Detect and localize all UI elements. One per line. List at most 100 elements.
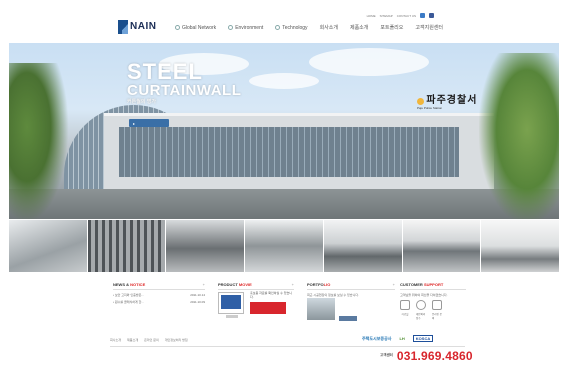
nav-company[interactable]: 회사소개 — [320, 24, 338, 31]
footer-link[interactable]: 온라인 문의 — [144, 338, 159, 342]
nav-products[interactable]: 제품소개 — [350, 24, 368, 31]
hero-title-line1: STEEL — [127, 59, 203, 84]
nav-portfolio[interactable]: 포트폴리오 — [380, 24, 403, 31]
facebook-icon[interactable] — [429, 13, 434, 18]
footer-link[interactable]: 회사소개 — [110, 338, 121, 342]
leaf-icon — [228, 25, 234, 30]
news-heading: NEWS & NOTICE + — [113, 282, 205, 290]
support-icon-label: 자료실 — [401, 313, 409, 316]
cloud — [249, 73, 319, 89]
project-thumbnail-strip — [9, 220, 560, 272]
logo-mark-icon — [118, 20, 128, 34]
building-glass-facade — [119, 127, 459, 177]
utility-links: HOME SITEMAP CONTACT US — [367, 13, 434, 18]
movie-thumbnail — [221, 295, 241, 309]
building-sign: 파주경찰서 Paju Police Station — [417, 91, 497, 110]
support-desc-row: 고객님을 위하여 최선을 다하겠습니다. — [400, 293, 466, 297]
portfolio-image[interactable] — [307, 298, 335, 320]
customer-phone: 고객센터 031.969.4860 — [380, 349, 473, 363]
product-title: PRODUCT — [218, 282, 239, 287]
tree-right — [479, 53, 559, 219]
product-promo-text: 홍보용 자료를 확인하실 수 있습니다. — [250, 291, 292, 299]
news-title: NEWS & — [113, 282, 131, 287]
product-title-accent: MOVIE — [238, 282, 252, 287]
news-row[interactable]: • 원수를 클래식하게 한... 2011.10.09 — [113, 300, 205, 304]
project-thumb[interactable] — [323, 220, 403, 272]
globe-icon — [175, 25, 180, 30]
twitter-icon[interactable] — [420, 13, 425, 18]
util-home-link[interactable]: HOME — [367, 14, 376, 18]
phone-number: 031.969.4860 — [396, 349, 473, 363]
portfolio-view-button[interactable] — [339, 316, 357, 321]
support-title: CUSTOMER — [400, 282, 424, 287]
nav-global-network[interactable]: Global Network — [175, 25, 216, 31]
request-icon — [416, 300, 426, 310]
nav-environment[interactable]: Environment — [228, 25, 263, 31]
project-thumb[interactable] — [402, 220, 482, 272]
util-contact-link[interactable]: CONTACT US — [397, 14, 416, 18]
util-sitemap-link[interactable]: SITEMAP — [380, 14, 393, 18]
partner-logo[interactable]: KOSCA — [412, 335, 434, 342]
nain-logo[interactable]: NAIN — [118, 17, 162, 37]
phone-label: 고객센터 — [380, 353, 393, 358]
hero-subtitle: 커튼월의 명가 — [127, 99, 156, 105]
news-date: 2011.10.14 — [190, 293, 205, 297]
hero-banner: STEEL CURTAINWALL 커튼월의 명가 ▸ 파주경찰서 Paju P… — [9, 43, 559, 219]
footer-divider — [110, 346, 465, 347]
product-movie-section: PRODUCT MOVIE + 홍보용 자료를 확인하실 수 있습니다. — [218, 282, 294, 330]
portfolio-title-accent: LIO — [323, 282, 331, 287]
hero-more-button[interactable]: ▸ — [129, 119, 169, 127]
support-icon-label: 온라인 문의 — [432, 313, 442, 320]
tools-icon — [275, 25, 281, 30]
partner-logos: 주택도시보증공사 LH KOSCA — [362, 335, 434, 342]
project-thumb[interactable] — [166, 220, 246, 272]
main-navigation: Global Network Environment Technology 회사… — [175, 24, 443, 31]
ground — [9, 189, 559, 219]
support-request-link[interactable]: 제안의뢰 접수 — [416, 300, 426, 320]
project-thumb[interactable] — [481, 220, 560, 272]
nav-customer-center[interactable]: 고객지원센터 — [415, 24, 443, 31]
nav-label: Global Network — [182, 24, 217, 31]
product-promo-banner[interactable] — [250, 302, 286, 314]
cloud — [309, 48, 429, 76]
customer-support-section: CUSTOMER SUPPORT 고객님을 위하여 최선을 다하겠습니다. 자료… — [400, 282, 466, 330]
nav-label: Technology — [282, 24, 308, 31]
hero-title-line2: CURTAINWALL — [127, 82, 242, 99]
monitor-stand — [226, 315, 238, 318]
footer-link[interactable]: 제품소개 — [127, 338, 138, 342]
news-title-text: • 보안 고지와 인증받은... — [113, 293, 144, 297]
support-desc: 고객님을 위하여 최선을 다하겠습니다. — [400, 293, 448, 297]
partner-logo[interactable]: LH — [399, 336, 404, 341]
portfolio-heading: PORTFOLIO + — [307, 282, 395, 290]
nav-technology[interactable]: Technology — [275, 24, 308, 31]
support-heading: CUSTOMER SUPPORT — [400, 282, 466, 290]
portfolio-title: PORTFO — [307, 282, 324, 287]
support-inquiry-link[interactable]: 온라인 문의 — [432, 300, 442, 320]
product-more-button[interactable]: + — [292, 282, 294, 287]
portfolio-desc-row: 최근 시공현장의 정보를 보실 수 있습니다. — [307, 293, 395, 297]
product-heading: PRODUCT MOVIE + — [218, 282, 294, 290]
news-more-button[interactable]: + — [203, 282, 205, 287]
support-icon-group: 자료실 제안의뢰 접수 온라인 문의 — [400, 300, 442, 320]
footer-links: 회사소개 제품소개 온라인 문의 개인정보처리 방침 — [110, 338, 188, 342]
project-thumb[interactable] — [245, 220, 324, 272]
police-emblem-icon — [417, 98, 424, 106]
portfolio-desc: 최근 시공현장의 정보를 보실 수 있습니다. — [307, 293, 359, 297]
news-title-accent: NOTICE — [130, 282, 146, 287]
portfolio-section: PORTFOLIO + 최근 시공현장의 정보를 보실 수 있습니다. — [307, 282, 395, 330]
news-date: 2011.10.09 — [190, 300, 205, 304]
nav-label: Environment — [235, 24, 264, 31]
support-archive-link[interactable]: 자료실 — [400, 300, 410, 320]
news-row[interactable]: • 보안 고지와 인증받은... 2011.10.14 — [113, 293, 205, 297]
project-thumb[interactable] — [87, 220, 167, 272]
monitor-icon[interactable] — [218, 292, 244, 314]
partner-logo[interactable]: 주택도시보증공사 — [362, 336, 391, 342]
news-notice-section: NEWS & NOTICE + • 보안 고지와 인증받은... 2011.10… — [113, 282, 205, 330]
portfolio-more-button[interactable]: + — [393, 282, 395, 287]
support-title-accent: SUPPORT — [423, 282, 444, 287]
footer-link[interactable]: 개인정보처리 방침 — [165, 338, 188, 342]
document-icon — [400, 300, 410, 310]
sign-korean: 파주경찰서 — [426, 95, 478, 106]
project-thumb[interactable] — [9, 220, 88, 272]
sign-english: Paju Police Station — [417, 106, 443, 110]
